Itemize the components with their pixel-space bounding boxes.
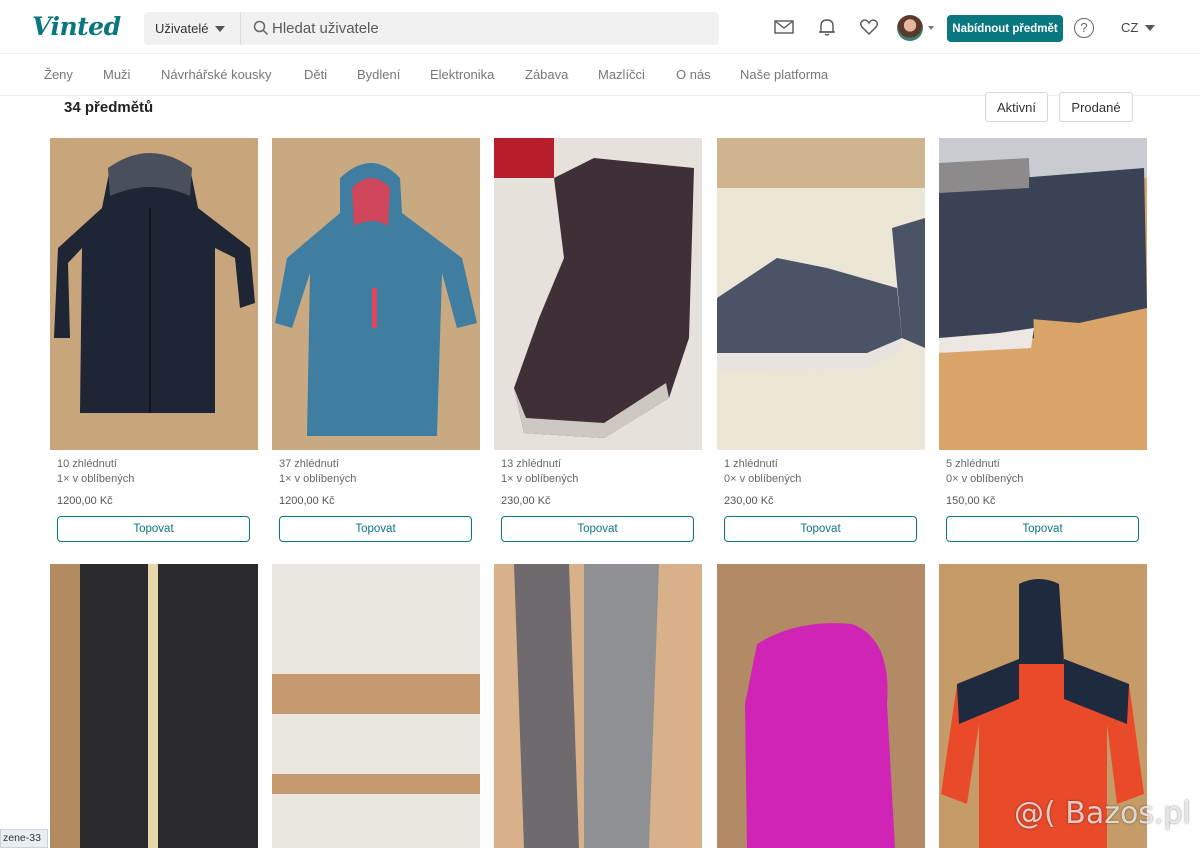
language-label: CZ xyxy=(1121,20,1139,35)
search-scope-label: Uživatelé xyxy=(155,21,209,36)
item-card xyxy=(494,564,702,848)
item-price: 1200,00 Kč xyxy=(279,495,335,507)
mail-icon[interactable] xyxy=(773,16,795,38)
item-favorites: 1× v oblíbených xyxy=(57,473,135,485)
search-bar: Uživatelé xyxy=(144,12,719,45)
item-views: 13 zhlédnutí xyxy=(501,458,561,470)
item-photo[interactable] xyxy=(272,564,480,848)
item-card xyxy=(50,564,258,848)
item-price: 230,00 Kč xyxy=(724,495,774,507)
item-photo[interactable] xyxy=(50,138,258,450)
item-card xyxy=(717,564,925,848)
item-favorites: 1× v oblíbených xyxy=(501,473,579,485)
item-card: 13 zhlédnutí 1× v oblíbených 230,00 Kč T… xyxy=(494,138,702,548)
item-photo[interactable] xyxy=(494,564,702,848)
category-link[interactable]: Naše platforma xyxy=(740,67,828,82)
chevron-down-icon xyxy=(1145,24,1156,31)
chevron-down-icon xyxy=(215,25,226,32)
help-icon[interactable]: ? xyxy=(1074,18,1094,38)
item-favorites: 0× v oblíbených xyxy=(724,473,802,485)
active-filter-button[interactable]: Aktivní xyxy=(985,92,1048,122)
category-link[interactable]: Návrhářské kousky xyxy=(161,67,272,82)
bump-button[interactable]: Topovat xyxy=(501,516,694,542)
category-link[interactable]: Zábava xyxy=(525,67,568,82)
item-photo[interactable] xyxy=(717,138,925,450)
item-views: 1 zhlédnutí xyxy=(724,458,778,470)
item-card: 1 zhlédnutí 0× v oblíbených 230,00 Kč To… xyxy=(717,138,925,548)
sold-filter-button[interactable]: Prodané xyxy=(1059,92,1133,122)
bump-button[interactable]: Topovat xyxy=(946,516,1139,542)
heart-icon[interactable] xyxy=(858,16,880,38)
top-header: Vinted Uživatelé Nabídnout předmět ? CZ xyxy=(0,0,1200,54)
sell-item-button[interactable]: Nabídnout předmět xyxy=(947,15,1063,42)
search-input[interactable] xyxy=(272,12,702,45)
item-price: 150,00 Kč xyxy=(946,495,996,507)
vinted-logo[interactable]: Vinted xyxy=(32,12,121,41)
search-scope-dropdown[interactable]: Uživatelé xyxy=(144,12,241,45)
item-views: 37 zhlédnutí xyxy=(279,458,339,470)
category-link[interactable]: Mazlíčci xyxy=(598,67,645,82)
category-link[interactable]: Děti xyxy=(304,67,327,82)
category-link[interactable]: Ženy xyxy=(44,67,73,82)
category-link[interactable]: O nás xyxy=(676,67,711,82)
watermark: @( Bazos.pl xyxy=(1014,796,1191,831)
item-price: 1200,00 Kč xyxy=(57,495,113,507)
item-favorites: 1× v oblíbených xyxy=(279,473,357,485)
bell-icon[interactable] xyxy=(816,16,838,38)
item-views: 10 zhlédnutí xyxy=(57,458,117,470)
language-selector[interactable]: CZ xyxy=(1121,20,1156,35)
item-photo[interactable] xyxy=(272,138,480,450)
search-icon xyxy=(253,20,269,36)
bump-button[interactable]: Topovat xyxy=(279,516,472,542)
bump-button[interactable]: Topovat xyxy=(724,516,917,542)
category-link[interactable]: Bydlení xyxy=(357,67,400,82)
item-card: 5 zhlédnutí 0× v oblíbených 150,00 Kč To… xyxy=(939,138,1147,548)
item-price: 230,00 Kč xyxy=(501,495,551,507)
item-count: 34 předmětů xyxy=(64,99,154,116)
item-photo[interactable] xyxy=(717,564,925,848)
bump-button[interactable]: Topovat xyxy=(57,516,250,542)
item-card xyxy=(272,564,480,848)
user-avatar[interactable] xyxy=(897,15,923,41)
category-nav: Ženy Muži Návrhářské kousky Děti Bydlení… xyxy=(0,54,1200,96)
category-link[interactable]: Muži xyxy=(103,67,130,82)
category-link[interactable]: Elektronika xyxy=(430,67,494,82)
item-views: 5 zhlédnutí xyxy=(946,458,1000,470)
item-card: 10 zhlédnutí 1× v oblíbených 1200,00 Kč … xyxy=(50,138,258,548)
item-card: 37 zhlédnutí 1× v oblíbených 1200,00 Kč … xyxy=(272,138,480,548)
footer-tag: zene-33 xyxy=(0,829,48,848)
item-photo[interactable] xyxy=(50,564,258,848)
chevron-down-icon[interactable] xyxy=(928,26,934,30)
item-favorites: 0× v oblíbených xyxy=(946,473,1024,485)
item-photo[interactable] xyxy=(494,138,702,450)
item-photo[interactable] xyxy=(939,138,1147,450)
